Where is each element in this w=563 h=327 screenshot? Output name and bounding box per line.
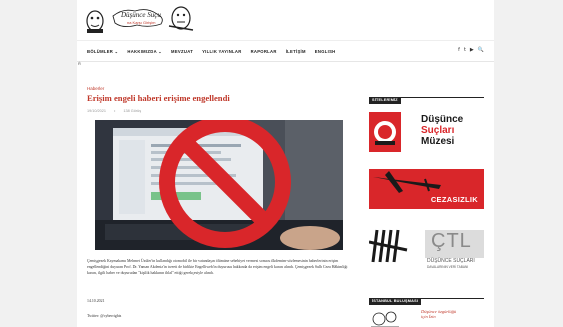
sidebar-heading-label-2: İSTANBUL BULUŞMASI — [369, 297, 422, 305]
site-header: Düşünce Suçu na Karşı Girişim — [77, 0, 494, 41]
site-logo[interactable]: Düşünce Suçu na Karşı Girişim — [83, 2, 198, 34]
page-container: Düşünce Suçu na Karşı Girişim BÖLÜMLER ⌄… — [77, 0, 494, 327]
social-links: f t ▶ 🔍 — [458, 47, 484, 53]
ctl-sub-label-2: DAVALARININ VERİ TABANI — [427, 265, 469, 269]
cezasizlik-label: CEZASIZLIK — [430, 195, 478, 204]
search-icon[interactable]: 🔍 — [478, 47, 484, 53]
museum-line-2: Suçları — [421, 125, 455, 136]
article-meta: 19/10/2021 • 138 Görüş — [87, 109, 141, 113]
article-views: 138 Görüş — [123, 109, 142, 113]
article-title: Erişim engeli haberi erişime engellendi — [87, 93, 230, 103]
sidebar-heading-sitelerimiz: SİTELERİMİZ — [369, 88, 484, 104]
meta-separator: • — [114, 109, 116, 113]
twitter-icon[interactable]: t — [464, 47, 466, 53]
istanbul-tagline: Düşünce özgürlüğü için İzin — [421, 309, 457, 319]
nav-item-mevzuat[interactable]: MEVZUAT — [171, 49, 193, 54]
ctl-banner[interactable]: ÇTL DÜŞÜNCE SUÇLARI DAVALARININ VERİ TAB… — [369, 224, 484, 272]
istanbul-banner[interactable]: Düşünce özgürlüğü için İzin — [369, 305, 484, 327]
museum-banner[interactable]: Düşünce Suçları Müzesi — [369, 108, 484, 158]
article-paragraph-1: Çemişgezek Kaymakamı Mehmet Üzüler'in ku… — [87, 259, 348, 276]
nav-item-iletisim[interactable]: İLETİŞİM — [286, 49, 306, 54]
nav-item-bolumler[interactable]: BÖLÜMLER ⌄ — [87, 49, 118, 54]
article-paragraph-2: 14.10.2021 — [87, 299, 105, 303]
main-nav: BÖLÜMLER ⌄ HAKKIMIZDA ⌄ MEVZUAT YILLIK Y… — [77, 41, 494, 62]
cezasizlik-banner[interactable]: CEZASIZLIK — [369, 169, 484, 209]
article-category[interactable]: Haberler — [87, 86, 104, 91]
ctl-big-label: ÇTL — [431, 230, 472, 252]
museum-line-1: Düşünce — [421, 114, 464, 125]
svg-text:Düşünce Suçu: Düşünce Suçu — [120, 11, 161, 19]
stray-character: Ŕ — [78, 61, 81, 66]
facebook-icon[interactable]: f — [458, 47, 460, 53]
prohibited-laptop-illustration — [95, 120, 343, 250]
nav-item-raporlar[interactable]: RAPORLAR — [251, 49, 277, 54]
ctl-sub-label-1: DÜŞÜNCE SUÇLARI — [427, 258, 475, 264]
nav-item-english[interactable]: ENGLISH — [315, 49, 336, 54]
youtube-icon[interactable]: ▶ — [470, 47, 474, 53]
article-date: 19/10/2021 — [87, 109, 107, 113]
svg-text:na Karşı Girişim: na Karşı Girişim — [127, 20, 156, 25]
sidebar-heading-istanbul: İSTANBUL BULUŞMASI — [369, 289, 484, 305]
museum-line-3: Müzesi — [421, 136, 455, 147]
sidebar-heading-label: SİTELERİMİZ — [369, 96, 401, 104]
article-paragraph-3: Twitter: @cyberrights — [87, 314, 122, 318]
nav-item-hakkimizda[interactable]: HAKKIMIZDA ⌄ — [127, 49, 162, 54]
article-hero-image — [95, 120, 343, 250]
nav-item-yillik-yayinlar[interactable]: YILLIK YAYINLAR — [202, 49, 241, 54]
